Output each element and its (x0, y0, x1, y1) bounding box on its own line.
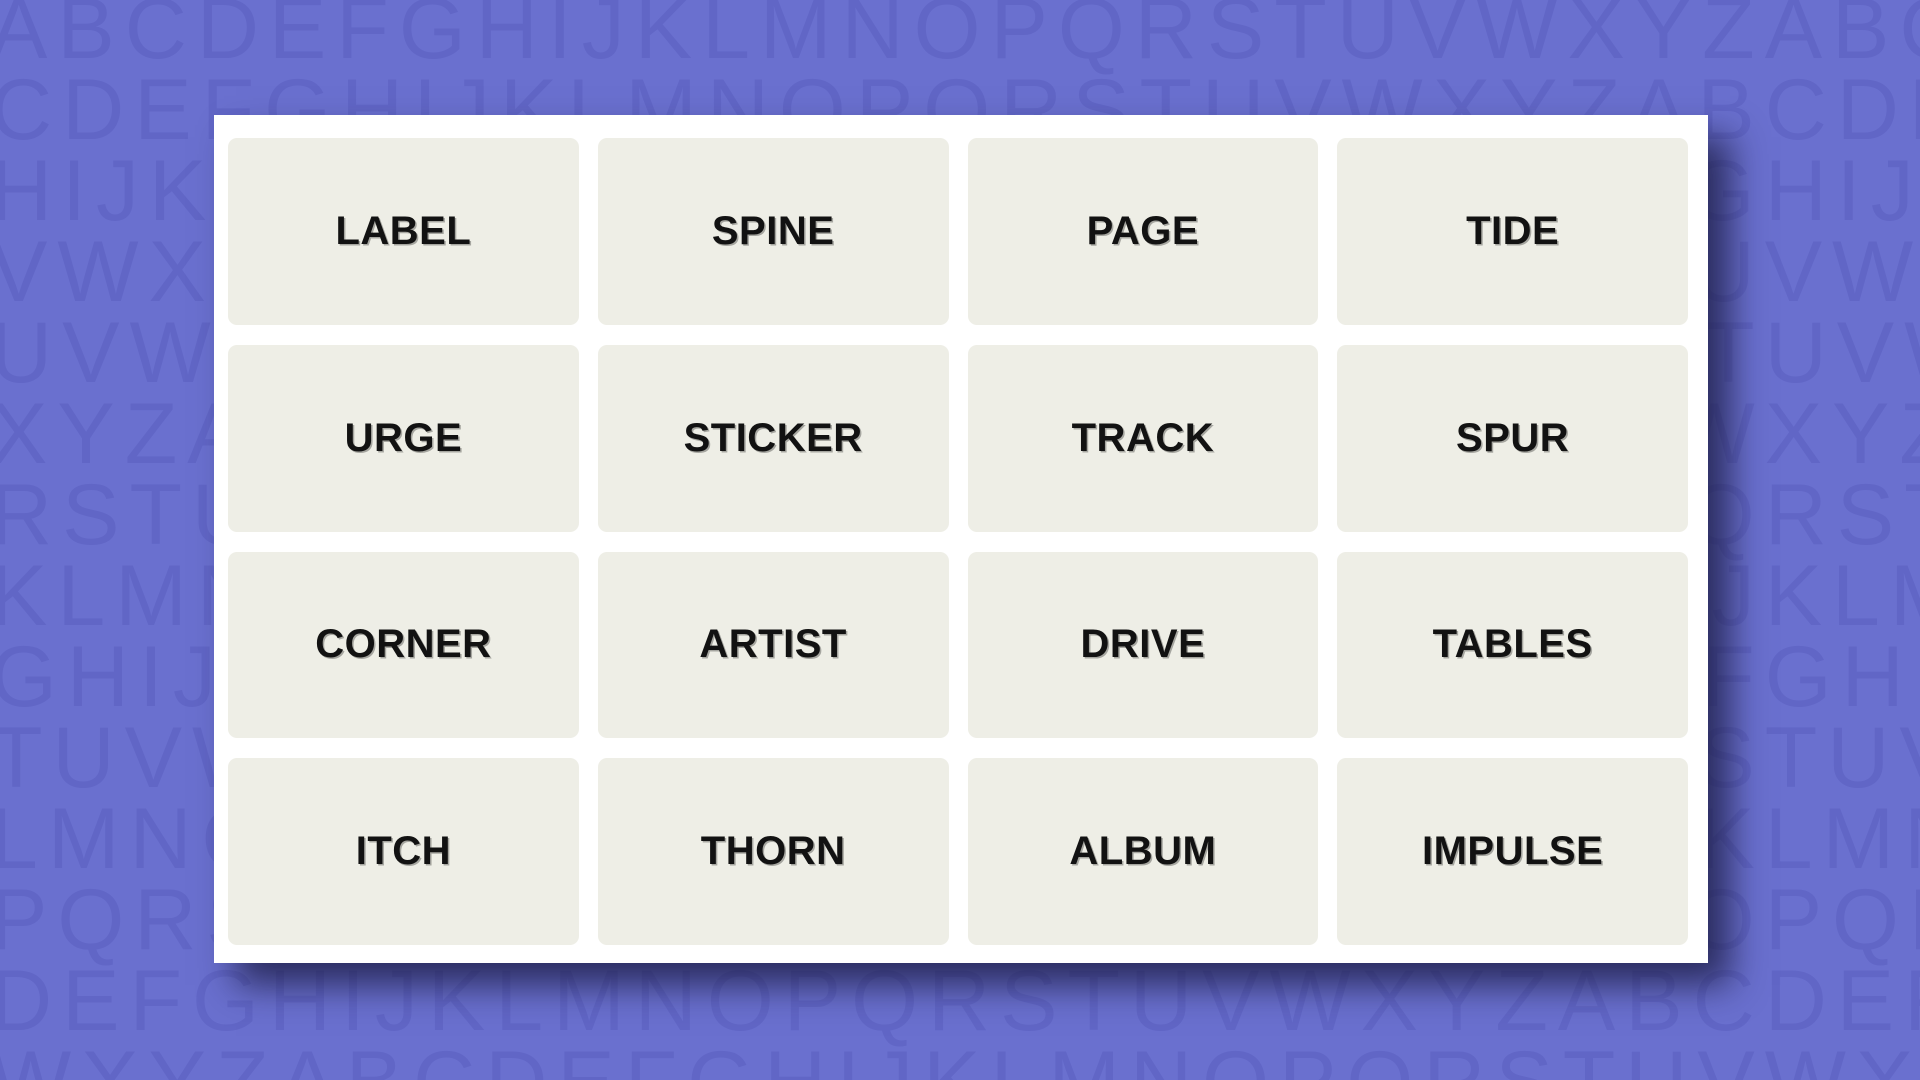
word-tile[interactable]: ARTIST (597, 551, 949, 739)
word-tile-label: LABEL (335, 208, 472, 253)
word-tile[interactable]: CORNER (228, 551, 579, 739)
word-tile[interactable]: SPUR (1337, 344, 1688, 532)
word-tile[interactable]: PAGE (967, 138, 1319, 325)
word-tile-label: STICKER (683, 415, 863, 460)
word-board-card: LABEL SPINE PAGE TIDE URGE STICKER TRACK SPUR CO… (214, 115, 1708, 963)
word-tile-label: TABLES (1432, 622, 1593, 667)
word-tile-label: IMPULSE (1421, 829, 1604, 874)
word-tile[interactable]: ALBUM (967, 758, 1319, 945)
background-pattern-row: ABCDEFGHIJKLMNOPQRSTUVWXYZABCDEFGHIJKL (0, 0, 1920, 77)
word-tile-label: PAGE (1086, 208, 1200, 253)
word-tile[interactable]: URGE (228, 344, 579, 532)
word-tile-label: SPINE (711, 208, 835, 253)
word-tile-label: DRIVE (1080, 622, 1206, 667)
word-tile[interactable]: ITCH (228, 758, 579, 945)
word-tile-label: URGE (344, 415, 463, 460)
word-tile[interactable]: TABLES (1337, 551, 1688, 739)
word-tile[interactable]: IMPULSE (1337, 758, 1688, 945)
word-tile-label: SPUR (1456, 415, 1570, 460)
word-tile[interactable]: LABEL (228, 138, 579, 325)
word-tile[interactable]: TIDE (1337, 138, 1688, 325)
word-tile-grid: LABEL SPINE PAGE TIDE URGE STICKER TRACK SPUR CO… (228, 138, 1688, 945)
background-pattern-row: WXYZABCDEFGHIJKLMNOPQRSTUVWXYZABCDEFGH (0, 1039, 1920, 1080)
word-tile-label: ALBUM (1069, 829, 1217, 874)
word-tile[interactable]: THORN (597, 758, 949, 945)
word-tile-label: CORNER (315, 622, 492, 667)
word-tile[interactable]: STICKER (597, 344, 949, 532)
word-tile-label: TIDE (1466, 208, 1560, 253)
word-tile-label: ITCH (355, 829, 452, 874)
word-tile[interactable]: TRACK (967, 344, 1319, 532)
word-tile-label: THORN (700, 829, 846, 874)
word-tile-label: ARTIST (699, 622, 847, 667)
background-pattern-row: DEFGHIJKLMNOPQRSTUVWXYZABCDEFGHIJKLMNO (0, 953, 1920, 1049)
word-tile-label: TRACK (1071, 415, 1215, 460)
word-tile[interactable]: SPINE (597, 138, 949, 325)
word-tile[interactable]: DRIVE (967, 551, 1319, 739)
